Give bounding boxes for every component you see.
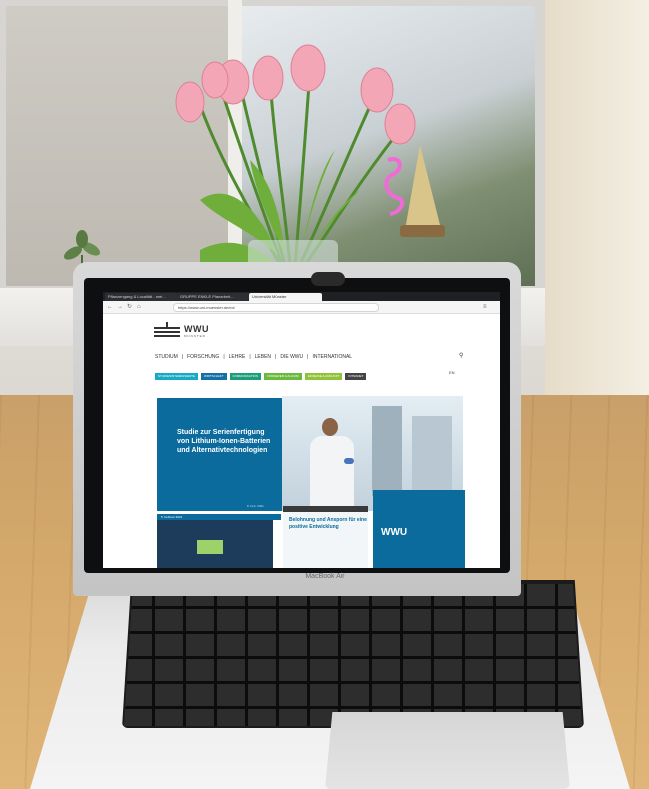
back-icon[interactable]: ←	[107, 303, 113, 311]
news-card-strip	[283, 506, 368, 512]
chip-foerderer-alumni[interactable]: FÖRDERER & ALUMNI	[264, 373, 302, 380]
trackpad	[325, 712, 570, 789]
browser-tab-active[interactable]: Universität Münster	[249, 293, 322, 301]
menu-icon[interactable]: ≡	[483, 303, 487, 311]
tab-label: Universität Münster	[252, 294, 287, 299]
researcher-head	[322, 418, 338, 436]
chip-wirtschaft[interactable]: WIRTSCHAFT	[200, 373, 227, 380]
menu-item-lehre[interactable]: LEHRE	[229, 354, 246, 360]
audience-chips: STUDIENINTERESSIERTE WIRTSCHAFT KOMMUNIKAT…	[155, 373, 369, 380]
browser-tab-2[interactable]: GRUPPE ENKLE Planarbeit...	[177, 293, 250, 301]
webcam-cover	[311, 272, 345, 286]
address-bar: ← → ↻ ⌂ https://www.uni-muenster.de/en/ …	[103, 301, 500, 314]
hero-date: 8. Feb. 2021	[247, 504, 264, 508]
menu-divider: |	[223, 354, 225, 360]
logo-text: WWU	[184, 324, 209, 334]
menu-divider: |	[181, 354, 184, 360]
map-highlight	[197, 540, 223, 554]
menu-item-forschung[interactable]: FORSCHUNG	[187, 354, 219, 360]
menu-divider: |	[275, 354, 277, 360]
tab-label: GRUPPE ENKLE Planarbeit...	[180, 294, 234, 299]
url-field[interactable]: https://www.uni-muenster.de/en/	[173, 303, 379, 312]
blue-glove	[344, 458, 354, 464]
main-menu: STUDIUM | FORSCHUNG | LEHRE | LEBEN | DIE WWU | IN…	[155, 353, 465, 361]
menu-item-leben[interactable]: LEBEN	[255, 354, 271, 360]
home-icon[interactable]: ⌂	[137, 303, 141, 311]
laptop-brand-label: MacBook Air	[305, 573, 345, 580]
researcher	[310, 436, 354, 506]
chip-kommunikation[interactable]: KOMMUNIKATION	[229, 373, 262, 380]
tab-label: Pflanzengang & Localität - mei...	[108, 294, 166, 299]
chip-studieninteressierte[interactable]: STUDIENINTERESSIERTE	[155, 373, 198, 380]
menu-item-studium[interactable]: STUDIUM	[155, 354, 178, 360]
browser-tab-1[interactable]: Pflanzengang & Localität - mei...	[105, 293, 178, 301]
map-teaser[interactable]	[157, 520, 273, 568]
menu-divider: |	[249, 354, 251, 360]
reload-icon[interactable]: ↻	[127, 303, 132, 311]
menu-divider: |	[307, 354, 309, 360]
chip-einreise[interactable]: EINREISE & ANKUNFT	[304, 373, 343, 380]
news-card[interactable]	[283, 506, 368, 568]
photo-scene: MacBook Air Pflanzengang & Localität - m…	[0, 0, 649, 789]
news-title: Belohnung und Ansporn für eine positive …	[289, 517, 367, 530]
menu-item-die-wwu[interactable]: DIE WWU	[280, 354, 303, 360]
search-icon[interactable]: ⚲	[459, 352, 463, 359]
lab-equipment	[372, 406, 402, 496]
browser-screen: Pflanzengang & Localität - mei... GRUPPE…	[103, 292, 500, 568]
wwu-logo-icon	[154, 322, 180, 337]
chip-intranet[interactable]: INTRANET	[345, 373, 367, 380]
hero-title: Studie zur Serienfertigung von Lithium-I…	[177, 429, 271, 454]
lab-equipment	[412, 416, 452, 491]
wall-right	[545, 0, 649, 400]
forward-icon[interactable]: →	[117, 303, 123, 311]
hero-teaser[interactable]: Studie zur Serienfertigung von Lithium-I…	[157, 398, 282, 511]
language-switch[interactable]: EN	[449, 370, 455, 375]
keyboard-rows	[124, 584, 582, 726]
tab-bar: Pflanzengang & Localität - mei... GRUPPE…	[103, 292, 500, 301]
logo-subtext: MÜNSTER	[184, 334, 206, 338]
menu-item-international[interactable]: INTERNATIONAL	[312, 354, 352, 360]
side-card-label: WWU	[381, 527, 408, 538]
